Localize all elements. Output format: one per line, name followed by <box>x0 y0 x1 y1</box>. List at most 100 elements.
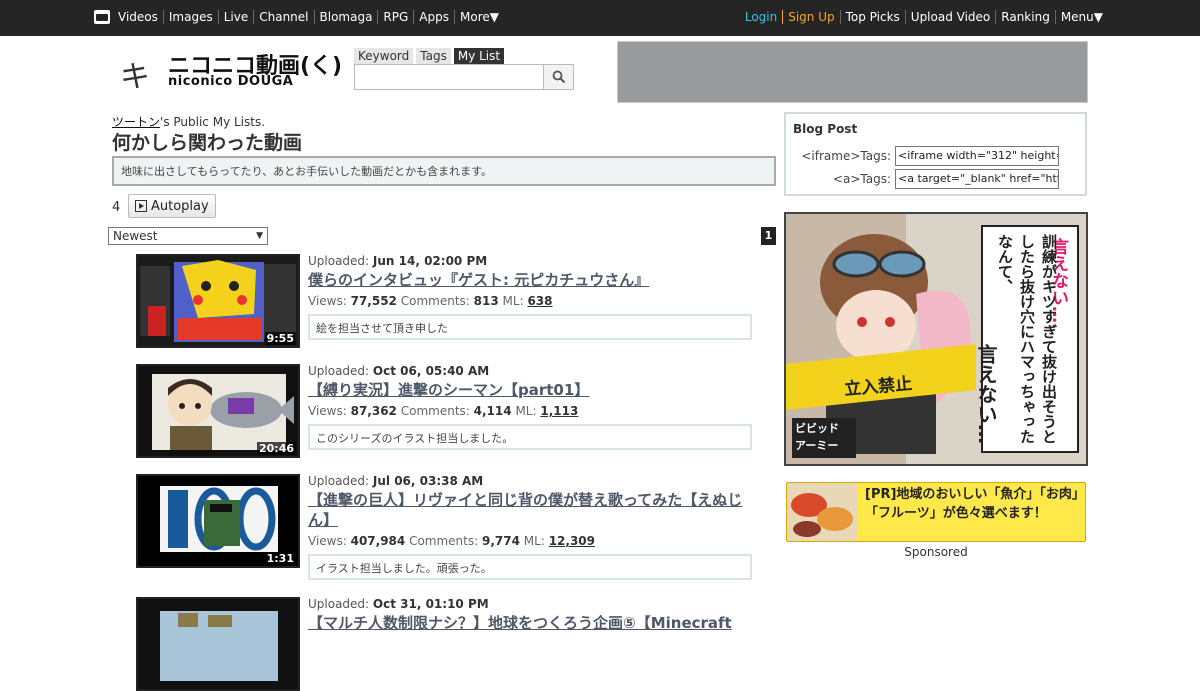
video-info: Uploaded: Jul 06, 03:38 AM 【進撃の巨人】リヴァイと同… <box>308 474 752 580</box>
views-count: 407,984 <box>350 534 406 548</box>
nav-images[interactable]: Images <box>162 10 218 24</box>
comments-count: 813 <box>473 294 499 308</box>
nav-rpg[interactable]: RPG <box>377 10 413 24</box>
search-area: Keyword Tags My List <box>354 48 574 90</box>
video-title-link[interactable]: 【マルチ人数制限ナシ？】地球をつくろう企画⑤【Minecraft <box>308 613 752 633</box>
nav-apps[interactable]: Apps <box>413 10 454 24</box>
iframe-tag-row: <iframe>Tags: <iframe width="312" height… <box>786 146 1085 166</box>
top-navbar: Videos Images Live Channel Blomaga RPG A… <box>0 0 1200 36</box>
video-title-link[interactable]: 僕らのインタビュッ『ゲスト: 元ピカチュウさん』 <box>308 270 752 290</box>
a-tag-field[interactable]: <a target="_blank" href="https <box>895 169 1059 189</box>
search-tabs: Keyword Tags My List <box>354 48 574 64</box>
upload-date: Uploaded: Jun 14, 02:00 PM <box>308 254 752 268</box>
autoplay-label: Autoplay <box>151 198 209 214</box>
nav-videos[interactable]: Videos <box>113 10 163 24</box>
tab-tags[interactable]: Tags <box>416 48 451 64</box>
iframe-tag-field[interactable]: <iframe width="312" height="17 <box>895 146 1059 166</box>
mylist-count-link[interactable]: 1,113 <box>540 404 578 418</box>
video-duration: 20:46 <box>256 442 296 455</box>
comments-count: 4,114 <box>473 404 512 418</box>
video-note: このシリーズのイラスト担当しました。 <box>308 424 752 450</box>
views-count: 77,552 <box>350 294 397 308</box>
mylist-description: 地味に出さしてもらってたり、あとお手伝いした動画だとかも含まれます。 <box>112 156 776 186</box>
ad-logo: ビビッド アーミー <box>792 418 856 458</box>
a-tag-label: <a>Tags: <box>832 172 891 186</box>
thumbnail-image <box>138 599 298 689</box>
nav-blomaga[interactable]: Blomaga <box>313 10 378 24</box>
search-button[interactable] <box>543 64 574 90</box>
video-thumbnail[interactable] <box>136 597 300 691</box>
mylist-count-link[interactable]: 638 <box>527 294 552 308</box>
ranking-link[interactable]: Ranking <box>995 10 1055 24</box>
page-number-badge[interactable]: 1 <box>761 227 776 245</box>
mylist-title: 何かしら関わった動画 <box>112 132 303 154</box>
video-title-link[interactable]: 【進撃の巨人】リヴァイと同じ背の僕が替え歌ってみた【えぬじん】 <box>308 490 752 530</box>
blog-post-title: Blog Post <box>793 122 858 136</box>
video-duration: 9:55 <box>264 332 296 345</box>
video-note: イラスト担当しました。頑張った。 <box>308 554 752 580</box>
ad-text-2: 訓練がキツすぎて抜け出そうとしたら抜け穴にハマっちゃったなんて、 <box>996 234 1058 444</box>
upload-label: Uploaded: <box>308 597 373 611</box>
video-info: Uploaded: Oct 31, 01:10 PM 【マルチ人数制限ナシ？】地… <box>308 597 752 633</box>
top-picks-link[interactable]: Top Picks <box>839 10 905 24</box>
pr-ad[interactable]: [PR]地域のおいしい「魚介」「お肉」「フルーツ」が色々選べます！ <box>786 482 1086 542</box>
nav-channel[interactable]: Channel <box>253 10 313 24</box>
video-note: 絵を担当させて頂き申した <box>308 314 752 340</box>
upload-label: Uploaded: <box>308 254 373 268</box>
tab-keyword[interactable]: Keyword <box>354 48 414 64</box>
video-thumbnail[interactable]: 20:46 <box>136 364 300 458</box>
login-link[interactable]: Login <box>740 10 782 24</box>
views-label: Views: <box>308 404 351 418</box>
niconico-tv-icon[interactable] <box>94 10 110 24</box>
a-tag-row: <a>Tags: <a target="_blank" href="https <box>786 169 1085 189</box>
search-box <box>354 64 574 90</box>
search-icon <box>552 70 565 84</box>
video-duration: 1:31 <box>264 552 296 565</box>
ad-food-image <box>787 483 857 541</box>
autoplay-button[interactable]: Autoplay <box>128 194 216 218</box>
video-info: Uploaded: Oct 06, 05:40 AM 【縛り実況】進撃のシーマン… <box>308 364 752 450</box>
video-stats: Views: 77,552 Comments: 813 ML: 638 <box>308 294 752 308</box>
menu-dropdown[interactable]: Menu▼ <box>1054 10 1108 24</box>
video-thumbnail[interactable]: 9:55 <box>136 254 300 348</box>
ad-logo-bottom: アーミー <box>795 439 839 452</box>
search-input[interactable] <box>354 64 543 90</box>
views-label: Views: <box>308 534 351 548</box>
upload-value: Oct 06, 05:40 AM <box>372 364 490 378</box>
top-nav-right: Login Sign Up Top Picks Upload Video Ran… <box>740 10 1108 24</box>
ad-logo-top: ビビッド <box>795 422 839 435</box>
sort-select[interactable]: Newest ▼ <box>108 227 268 245</box>
dropdown-arrow-icon: ▼ <box>256 231 263 241</box>
comments-label: Comments: <box>400 294 474 308</box>
video-thumbnail[interactable]: 1:31 <box>136 474 300 568</box>
mylist-label: ML: <box>515 404 541 418</box>
mylist-label: ML: <box>502 294 528 308</box>
signup-link[interactable]: Sign Up <box>782 10 839 24</box>
upload-value: Oct 31, 01:10 PM <box>372 597 489 611</box>
side-banner-ad[interactable]: 言えない… 訓練がキツすぎて抜け出そうとしたら抜け穴にハマっちゃったなんて、 言… <box>784 212 1088 466</box>
logo-subtitle: niconico DOUGA <box>168 74 294 89</box>
upload-value: Jun 14, 02:00 PM <box>372 254 488 268</box>
upload-label: Uploaded: <box>308 474 373 488</box>
video-stats: Views: 407,984 Comments: 9,774 ML: 12,30… <box>308 534 752 548</box>
mylist-count-link[interactable]: 12,309 <box>549 534 595 548</box>
upload-video-link[interactable]: Upload Video <box>904 10 995 24</box>
logo-mascot: キ <box>120 60 150 95</box>
nav-live[interactable]: Live <box>217 10 254 24</box>
video-title-link[interactable]: 【縛り実況】進撃のシーマン【part01】 <box>308 380 752 400</box>
top-nav-left: Videos Images Live Channel Blomaga RPG A… <box>94 10 504 24</box>
upload-date: Uploaded: Oct 06, 05:40 AM <box>308 364 752 378</box>
upload-value: Jul 06, 03:38 AM <box>372 474 484 488</box>
video-info: Uploaded: Jun 14, 02:00 PM 僕らのインタビュッ『ゲスト… <box>308 254 752 340</box>
owner-link[interactable]: ツートン <box>112 115 160 129</box>
top-banner-ad[interactable] <box>617 41 1088 103</box>
play-icon <box>135 200 147 212</box>
views-count: 87,362 <box>350 404 397 418</box>
sponsored-label: Sponsored <box>904 545 968 559</box>
upload-date: Uploaded: Jul 06, 03:38 AM <box>308 474 752 488</box>
pr-ad-text: [PR]地域のおいしい「魚介」「お肉」「フルーツ」が色々選べます！ <box>865 487 1079 521</box>
nav-more[interactable]: More▼ <box>454 10 504 24</box>
tab-mylist[interactable]: My List <box>453 48 505 64</box>
niconico-logo[interactable]: キ ニコニコ動画(く) niconico DOUGA <box>116 46 348 95</box>
comments-count: 9,774 <box>481 534 520 548</box>
